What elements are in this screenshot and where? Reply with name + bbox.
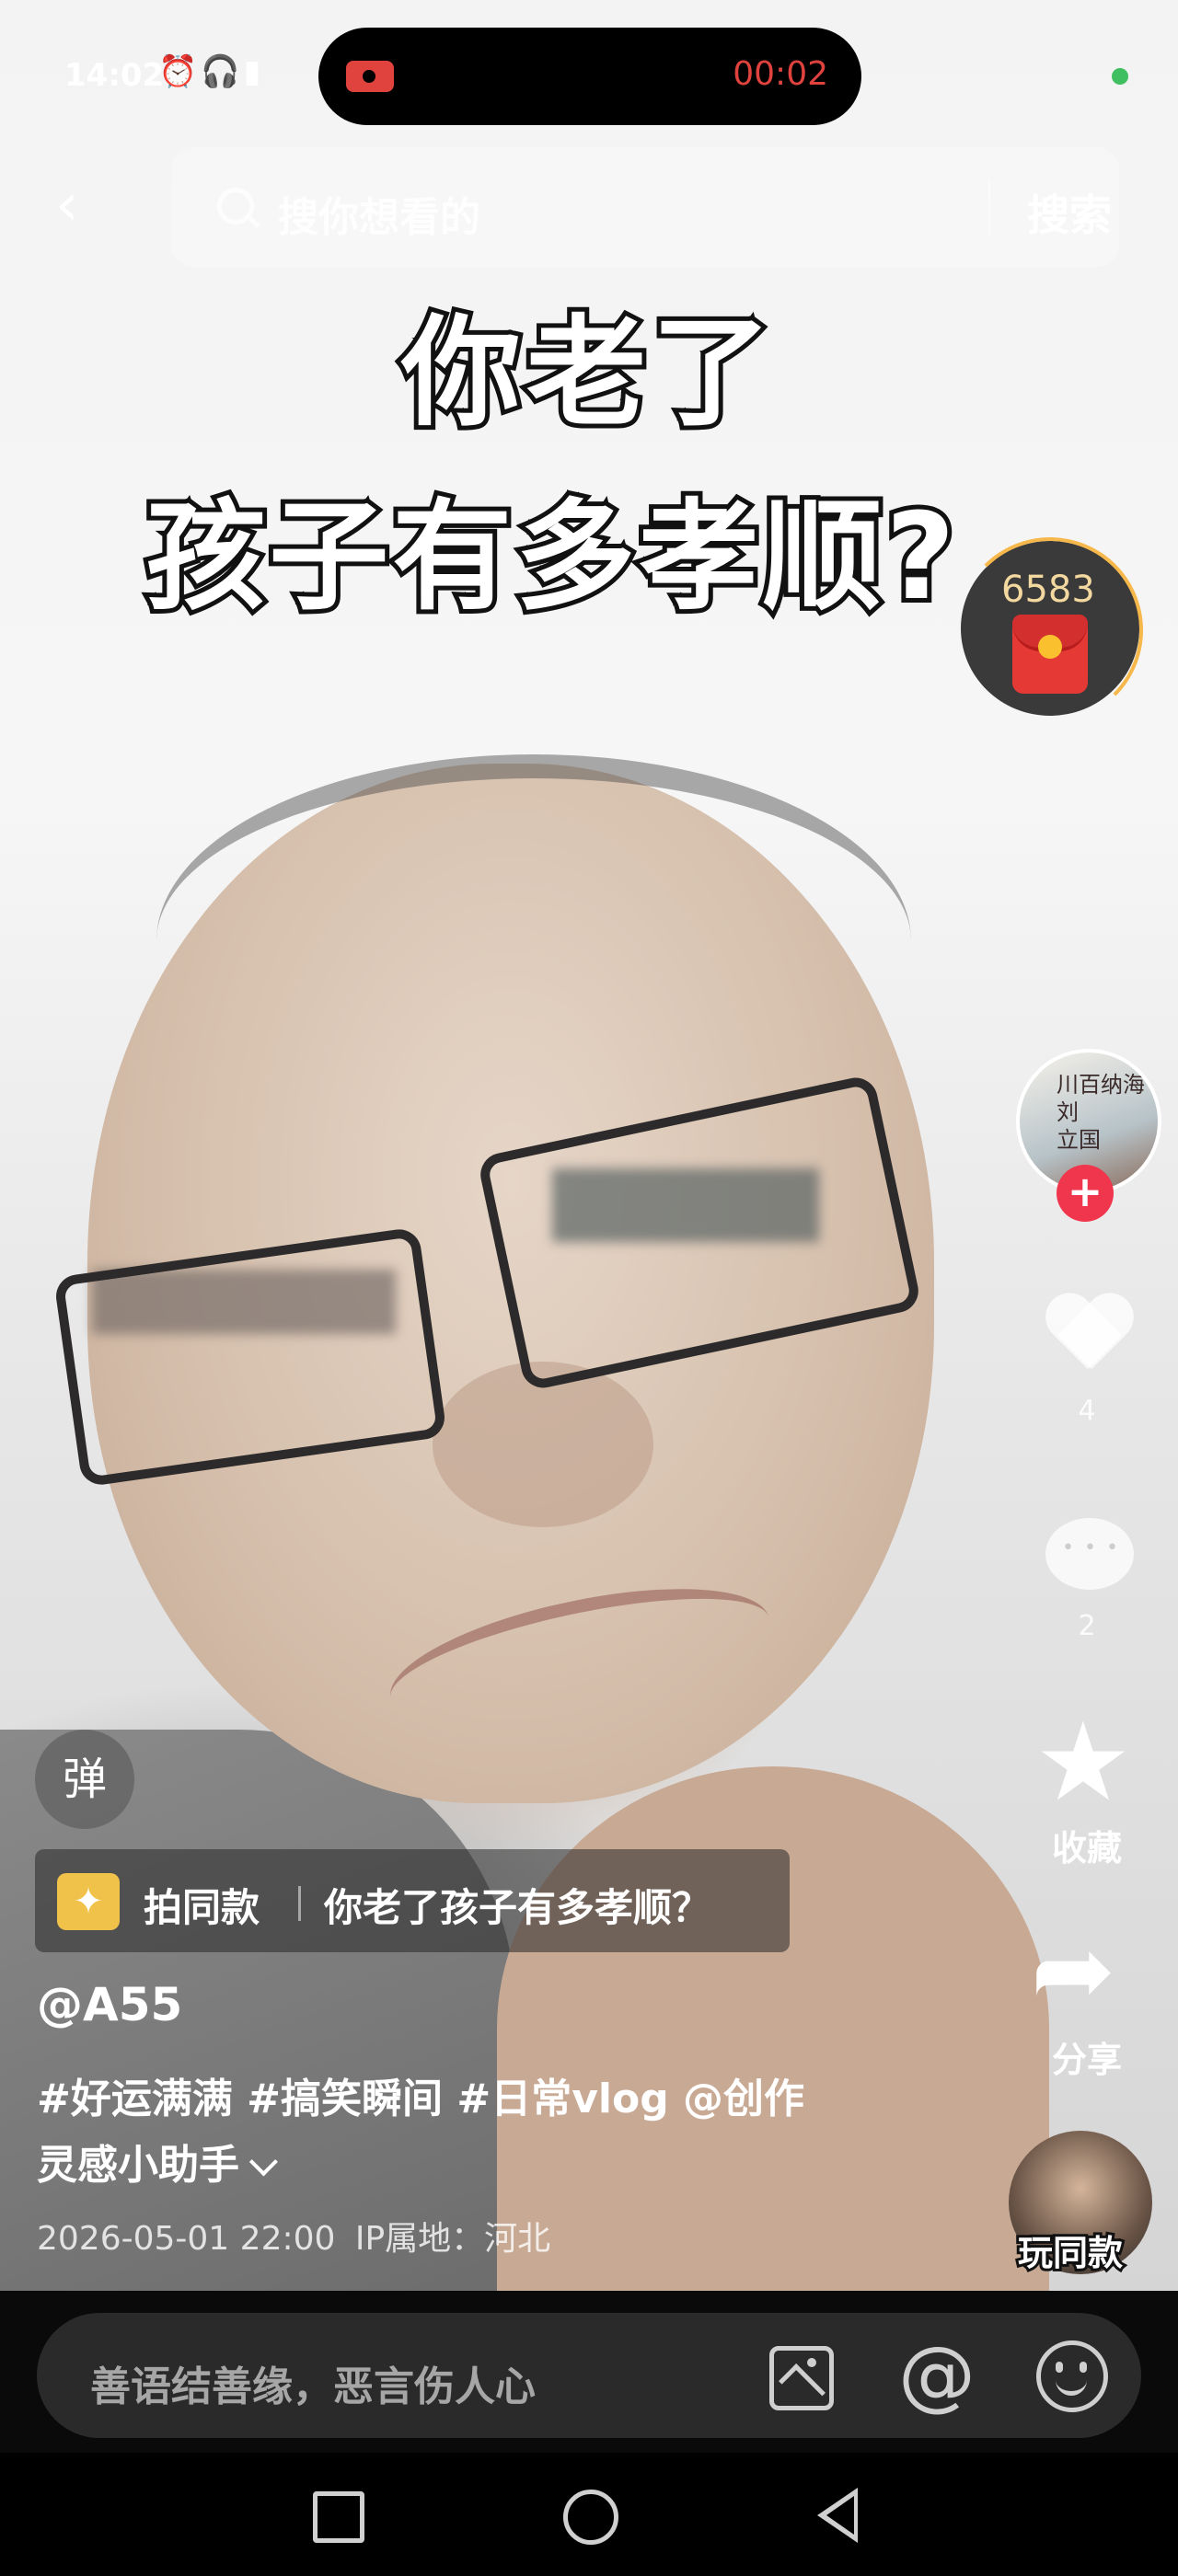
status-bar: 14:02 ⏰🎧▮ 00:02 [0, 0, 1178, 147]
like-button[interactable]: 4 [1018, 1288, 1156, 1435]
comment-placeholder: 善语结善缘，恶言伤人心 [90, 2363, 536, 2410]
red-packet-widget[interactable]: 6583 [957, 537, 1143, 723]
search-button[interactable]: 搜索 [1027, 182, 1112, 243]
at-mention-icon[interactable]: @ [898, 2333, 976, 2416]
hashtags-line2: 灵感小助手 [37, 2133, 957, 2199]
privacy-indicator-icon [1112, 68, 1128, 85]
image-icon[interactable] [769, 2346, 834, 2410]
comment-bubble-icon [1045, 1518, 1134, 1590]
follow-button[interactable]: + [1057, 1165, 1114, 1222]
plus-icon: + [1067, 1167, 1103, 1216]
share-label: 分享 [1051, 2040, 1122, 2080]
danmu-label: 弹 [62, 1754, 107, 1805]
chevron-down-icon[interactable] [248, 2147, 278, 2177]
mention-assistant: 灵感小助手 [37, 2142, 239, 2189]
play-same-label[interactable]: 玩同款 [1015, 2225, 1126, 2276]
favorite-button[interactable]: ★ 收藏 [1018, 1708, 1156, 1873]
video-caption-line1: 你老了 [397, 298, 777, 447]
comment-input[interactable]: 善语结善缘，恶言伤人心 @ [37, 2313, 1141, 2438]
star-icon: ★ [1034, 1698, 1132, 1825]
like-count: 4 [1078, 1395, 1096, 1427]
comment-count: 2 [1078, 1610, 1096, 1642]
search-divider [988, 178, 990, 236]
search-icon [217, 188, 254, 224]
post-datetime: 2026-05-01 22:00 [37, 2220, 336, 2258]
post-meta: 2026-05-01 22:00 IP属地：河北 [37, 2212, 550, 2260]
home-icon[interactable] [563, 2490, 618, 2545]
screen-record-icon [346, 61, 394, 92]
system-navigation-bar [0, 2453, 1178, 2576]
status-time: 14:02 [64, 57, 165, 94]
favorite-label: 收藏 [1051, 1828, 1122, 1869]
back-button[interactable]: ‹ [55, 173, 101, 237]
back-triangle-icon[interactable] [817, 2488, 858, 2543]
comment-button[interactable]: 2 [1018, 1518, 1156, 1656]
red-envelope-icon [1012, 615, 1088, 694]
comment-bar: 善语结善缘，恶言伤人心 @ [0, 2291, 1178, 2453]
video-neck [497, 1766, 1049, 2291]
same-template-label: 拍同款 [144, 1885, 260, 1930]
emoji-icon[interactable] [1036, 2340, 1108, 2412]
author-name[interactable]: @A55 [37, 1978, 182, 2031]
dynamic-island[interactable]: 00:02 [318, 28, 861, 125]
same-template-divider [298, 1886, 301, 1921]
recording-timer: 00:02 [733, 55, 828, 93]
post-description[interactable]: #好运满满 #搞笑瞬间 #日常vlog @创作 灵感小助手 [37, 2066, 957, 2199]
search-input[interactable]: 搜你想看的 [278, 184, 480, 243]
danmu-toggle-button[interactable]: 弹 [35, 1730, 134, 1829]
same-template-title: 你老了孩子有多孝顺？ [324, 1885, 711, 1930]
ip-location: IP属地：河北 [354, 2220, 551, 2258]
share-button[interactable]: ➦ 分享 [1018, 1919, 1156, 2085]
recents-icon[interactable] [313, 2491, 364, 2543]
red-packet-count: 6583 [1001, 569, 1095, 611]
heart-icon [1044, 1288, 1132, 1376]
search-bar[interactable]: 搜你想看的 搜索 [171, 147, 1119, 267]
video-hair [156, 754, 911, 1128]
same-template-tag[interactable]: ✦ 拍同款 你老了孩子有多孝顺？ [35, 1849, 790, 1952]
avatar-calligraphy: 川百纳海 刘 立国 [1057, 1072, 1145, 1153]
status-icons: ⏰🎧▮ [158, 53, 265, 90]
chevron-left-icon: ‹ [55, 171, 79, 239]
sparkle-icon: ✦ [57, 1873, 120, 1930]
hashtags-line1: #好运满满 #搞笑瞬间 #日常vlog @创作 [37, 2076, 805, 2122]
share-arrow-icon: ➦ [1031, 1911, 1116, 2029]
